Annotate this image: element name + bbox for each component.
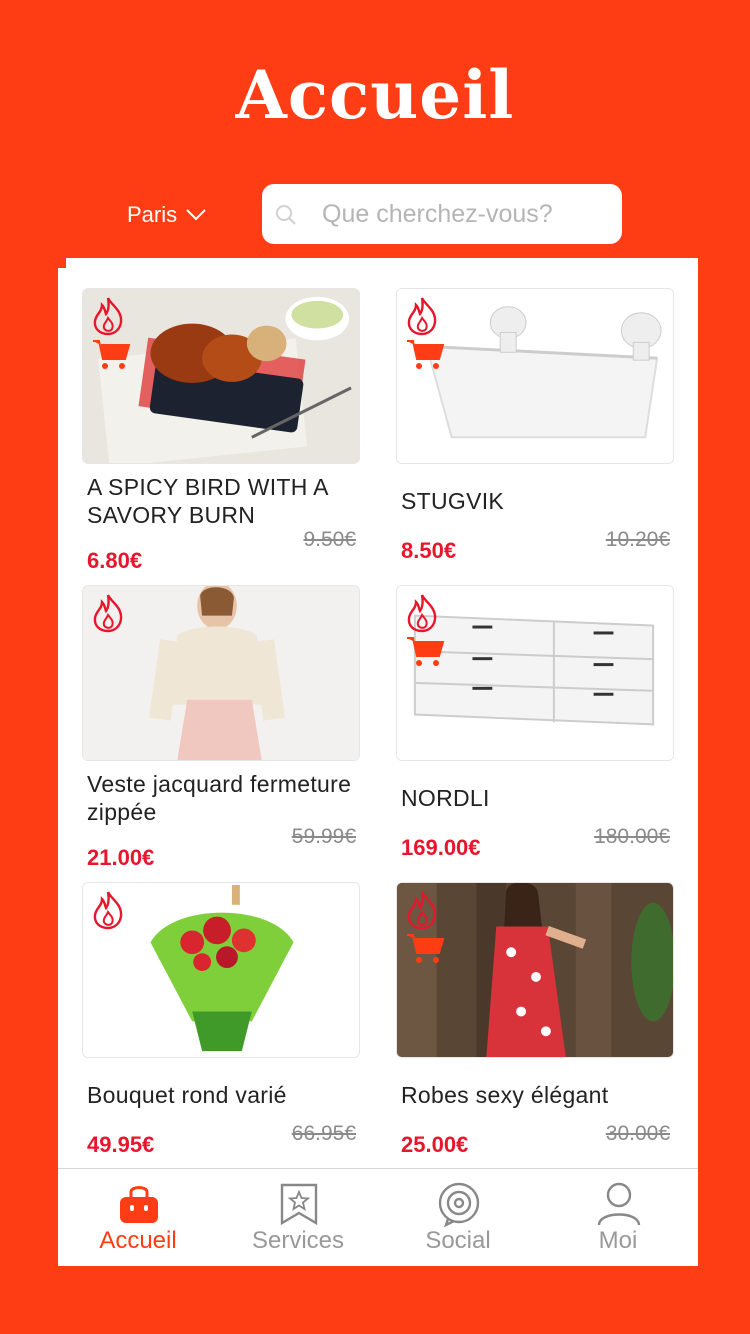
tab-moi[interactable]: Moi: [538, 1169, 698, 1267]
bookmark-star-icon: [280, 1183, 318, 1226]
product-name: A SPICY BIRD WITH A SAVORY BURN: [87, 474, 328, 528]
shopping-bag-icon: [120, 1186, 158, 1223]
cart-icon: [407, 934, 445, 963]
search-icon: [276, 205, 296, 225]
product-price: 21.00€: [87, 845, 155, 870]
city-selector[interactable]: Paris: [127, 202, 207, 228]
tab-label: Services: [251, 1227, 345, 1254]
target-icon: [438, 1182, 480, 1227]
product-price: 8.50€: [401, 538, 457, 563]
flame-icon: [93, 297, 123, 336]
product-card[interactable]: NORDLI 180.00€ 169.00€: [396, 585, 696, 882]
product-price: 169.00€: [401, 835, 481, 860]
product-old-price: 10.20€: [605, 528, 670, 551]
tab-accueil[interactable]: Accueil: [58, 1169, 218, 1267]
search-bar[interactable]: [262, 184, 622, 244]
product-image[interactable]: [82, 585, 360, 761]
product-price: 6.80€: [87, 548, 143, 573]
product-old-price: 9.50€: [303, 528, 356, 551]
product-price: 25.00€: [401, 1132, 469, 1157]
cart-icon: [407, 340, 445, 369]
product-card[interactable]: Veste jacquard fermeture zippée 59.99€ 2…: [82, 585, 382, 882]
product-name: STUGVIK: [401, 488, 505, 514]
product-image[interactable]: [396, 288, 674, 464]
product-price: 49.95€: [87, 1132, 155, 1157]
product-old-price: 59.99€: [291, 825, 356, 848]
cart-icon: [93, 340, 131, 369]
product-old-price: 30.00€: [605, 1122, 670, 1145]
city-label: Paris: [127, 202, 178, 227]
cart-icon: [407, 637, 445, 666]
product-card[interactable]: Robes sexy élégant 30.00€ 25.00€: [396, 882, 696, 1179]
product-image[interactable]: [396, 585, 674, 761]
search-input[interactable]: [322, 184, 612, 244]
tab-social[interactable]: Social: [378, 1169, 538, 1267]
flame-icon: [407, 297, 437, 336]
product-image[interactable]: [82, 882, 360, 1058]
product-card[interactable]: Bouquet rond varié 66.95€ 49.95€: [82, 882, 382, 1179]
product-card[interactable]: A SPICY BIRD WITH A SAVORY BURN 9.50€ 6.…: [82, 288, 382, 585]
product-image[interactable]: [82, 288, 360, 464]
tab-label: Accueil: [99, 1227, 177, 1254]
tab-label: Social: [425, 1227, 491, 1254]
flame-icon: [407, 594, 437, 633]
person-icon: [597, 1182, 641, 1226]
flame-icon: [407, 891, 437, 930]
product-old-price: 180.00€: [594, 825, 670, 848]
flame-icon: [93, 594, 123, 633]
page-title: Accueil: [235, 56, 515, 134]
product-image[interactable]: [396, 882, 674, 1058]
product-card[interactable]: STUGVIK 10.20€ 8.50€: [396, 288, 696, 585]
flame-icon: [93, 891, 123, 930]
tab-services[interactable]: Services: [218, 1169, 378, 1267]
tab-label: Moi: [598, 1227, 638, 1254]
product-name: Veste jacquard fermeture zippée: [87, 771, 352, 825]
product-old-price: 66.95€: [291, 1122, 356, 1145]
product-name: Bouquet rond varié: [87, 1082, 287, 1108]
chevron-down-icon: [186, 209, 206, 221]
product-name: Robes sexy élégant: [401, 1082, 609, 1108]
product-name: NORDLI: [401, 785, 490, 811]
bottom-tab-bar: Accueil Services Social Moi: [58, 1168, 698, 1266]
